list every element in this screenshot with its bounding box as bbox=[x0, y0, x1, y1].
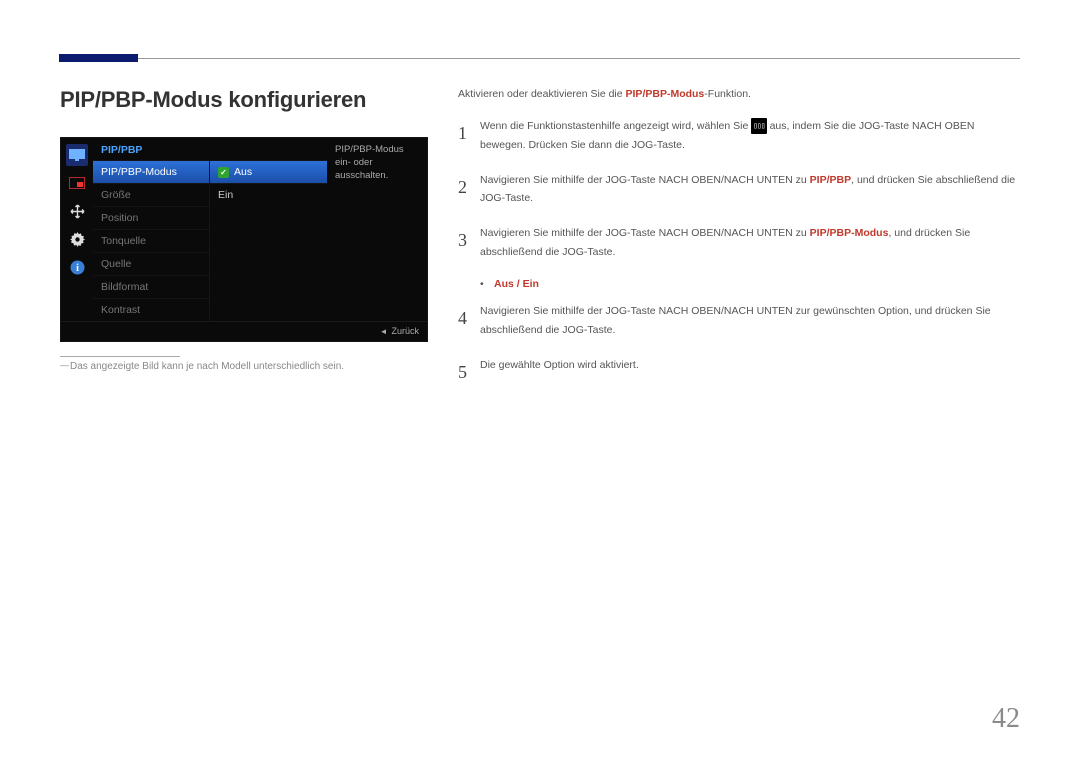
page-number: 42 bbox=[992, 703, 1020, 735]
step-number bbox=[458, 117, 480, 155]
step-number bbox=[458, 224, 480, 262]
intro-text: Aktivieren oder deaktivieren Sie die PIP… bbox=[458, 87, 1020, 103]
svg-text:i: i bbox=[76, 263, 79, 274]
footnote: Das angezeigte Bild kann je nach Modell … bbox=[60, 361, 428, 372]
osd-menu-item: Quelle bbox=[93, 252, 210, 275]
header-rule bbox=[60, 58, 1020, 59]
monitor-icon bbox=[66, 144, 88, 166]
step-item: Wenn die Funktionstastenhilfe angezeigt … bbox=[458, 117, 1020, 155]
gear-icon bbox=[66, 228, 88, 250]
osd-tooltip: PIP/PBP-Modus ein- oder ausschalten. bbox=[327, 138, 427, 321]
step-number bbox=[458, 302, 480, 340]
osd-footer: ◄Zurück bbox=[61, 321, 427, 341]
step-number bbox=[458, 171, 480, 209]
osd-title: PIP/PBP bbox=[93, 138, 210, 160]
osd-sidebar-icons: i bbox=[61, 138, 93, 321]
osd-menu-item: Bildformat bbox=[93, 275, 210, 298]
osd-menu-column: PIP/PBP PIP/PBP-Modus Größe Position Ton… bbox=[93, 138, 210, 321]
move-icon bbox=[66, 200, 88, 222]
footnote-separator bbox=[60, 356, 180, 357]
osd-back-label: Zurück bbox=[391, 326, 419, 336]
option-bullet: • Aus / Ein bbox=[480, 278, 1020, 290]
step-body: Die gewählte Option wird aktiviert. bbox=[480, 356, 1020, 388]
step-item: Navigieren Sie mithilfe der JOG-Taste NA… bbox=[458, 224, 1020, 262]
intro-post: -Funktion. bbox=[704, 88, 751, 100]
step-body: Navigieren Sie mithilfe der JOG-Taste NA… bbox=[480, 224, 1020, 262]
intro-pre: Aktivieren oder deaktivieren Sie die bbox=[458, 88, 626, 100]
step-item: Navigieren Sie mithilfe der JOG-Taste NA… bbox=[458, 171, 1020, 209]
step-body: Wenn die Funktionstastenhilfe angezeigt … bbox=[480, 117, 1020, 155]
osd-option-item: Ein bbox=[210, 183, 327, 206]
info-icon: i bbox=[66, 256, 88, 278]
section-heading: PIP/PBP-Modus konfigurieren bbox=[60, 87, 428, 113]
step-body: Navigieren Sie mithilfe der JOG-Taste NA… bbox=[480, 302, 1020, 340]
osd-menu-item: Position bbox=[93, 206, 210, 229]
step-item: Die gewählte Option wird aktiviert. bbox=[458, 356, 1020, 388]
steps-list: Wenn die Funktionstastenhilfe angezeigt … bbox=[458, 117, 1020, 262]
osd-screenshot: i PIP/PBP PIP/PBP-Modus Größe Position T… bbox=[60, 137, 428, 342]
osd-menu-item: Kontrast bbox=[93, 298, 210, 321]
step-body: Navigieren Sie mithilfe der JOG-Taste NA… bbox=[480, 171, 1020, 209]
osd-menu-item: Größe bbox=[93, 183, 210, 206]
bullet-text: Aus / Ein bbox=[494, 278, 539, 290]
osd-option-label: Aus bbox=[234, 166, 252, 178]
osd-option-item: ✓ Aus bbox=[210, 160, 327, 183]
back-arrow-icon: ◄ bbox=[380, 327, 388, 336]
osd-options-column: ✓ Aus Ein bbox=[210, 138, 327, 321]
osd-menu-item: Tonquelle bbox=[93, 229, 210, 252]
osd-menu-item: PIP/PBP-Modus bbox=[93, 160, 210, 183]
pip-icon bbox=[66, 172, 88, 194]
bullet-dot: • bbox=[480, 278, 494, 290]
menu-inline-icon: ▯▯▯ bbox=[751, 118, 766, 134]
step-item: Navigieren Sie mithilfe der JOG-Taste NA… bbox=[458, 302, 1020, 340]
steps-list-continued: Navigieren Sie mithilfe der JOG-Taste NA… bbox=[458, 302, 1020, 388]
intro-highlight: PIP/PBP-Modus bbox=[626, 88, 705, 100]
check-icon: ✓ bbox=[218, 167, 229, 178]
step-number bbox=[458, 356, 480, 388]
